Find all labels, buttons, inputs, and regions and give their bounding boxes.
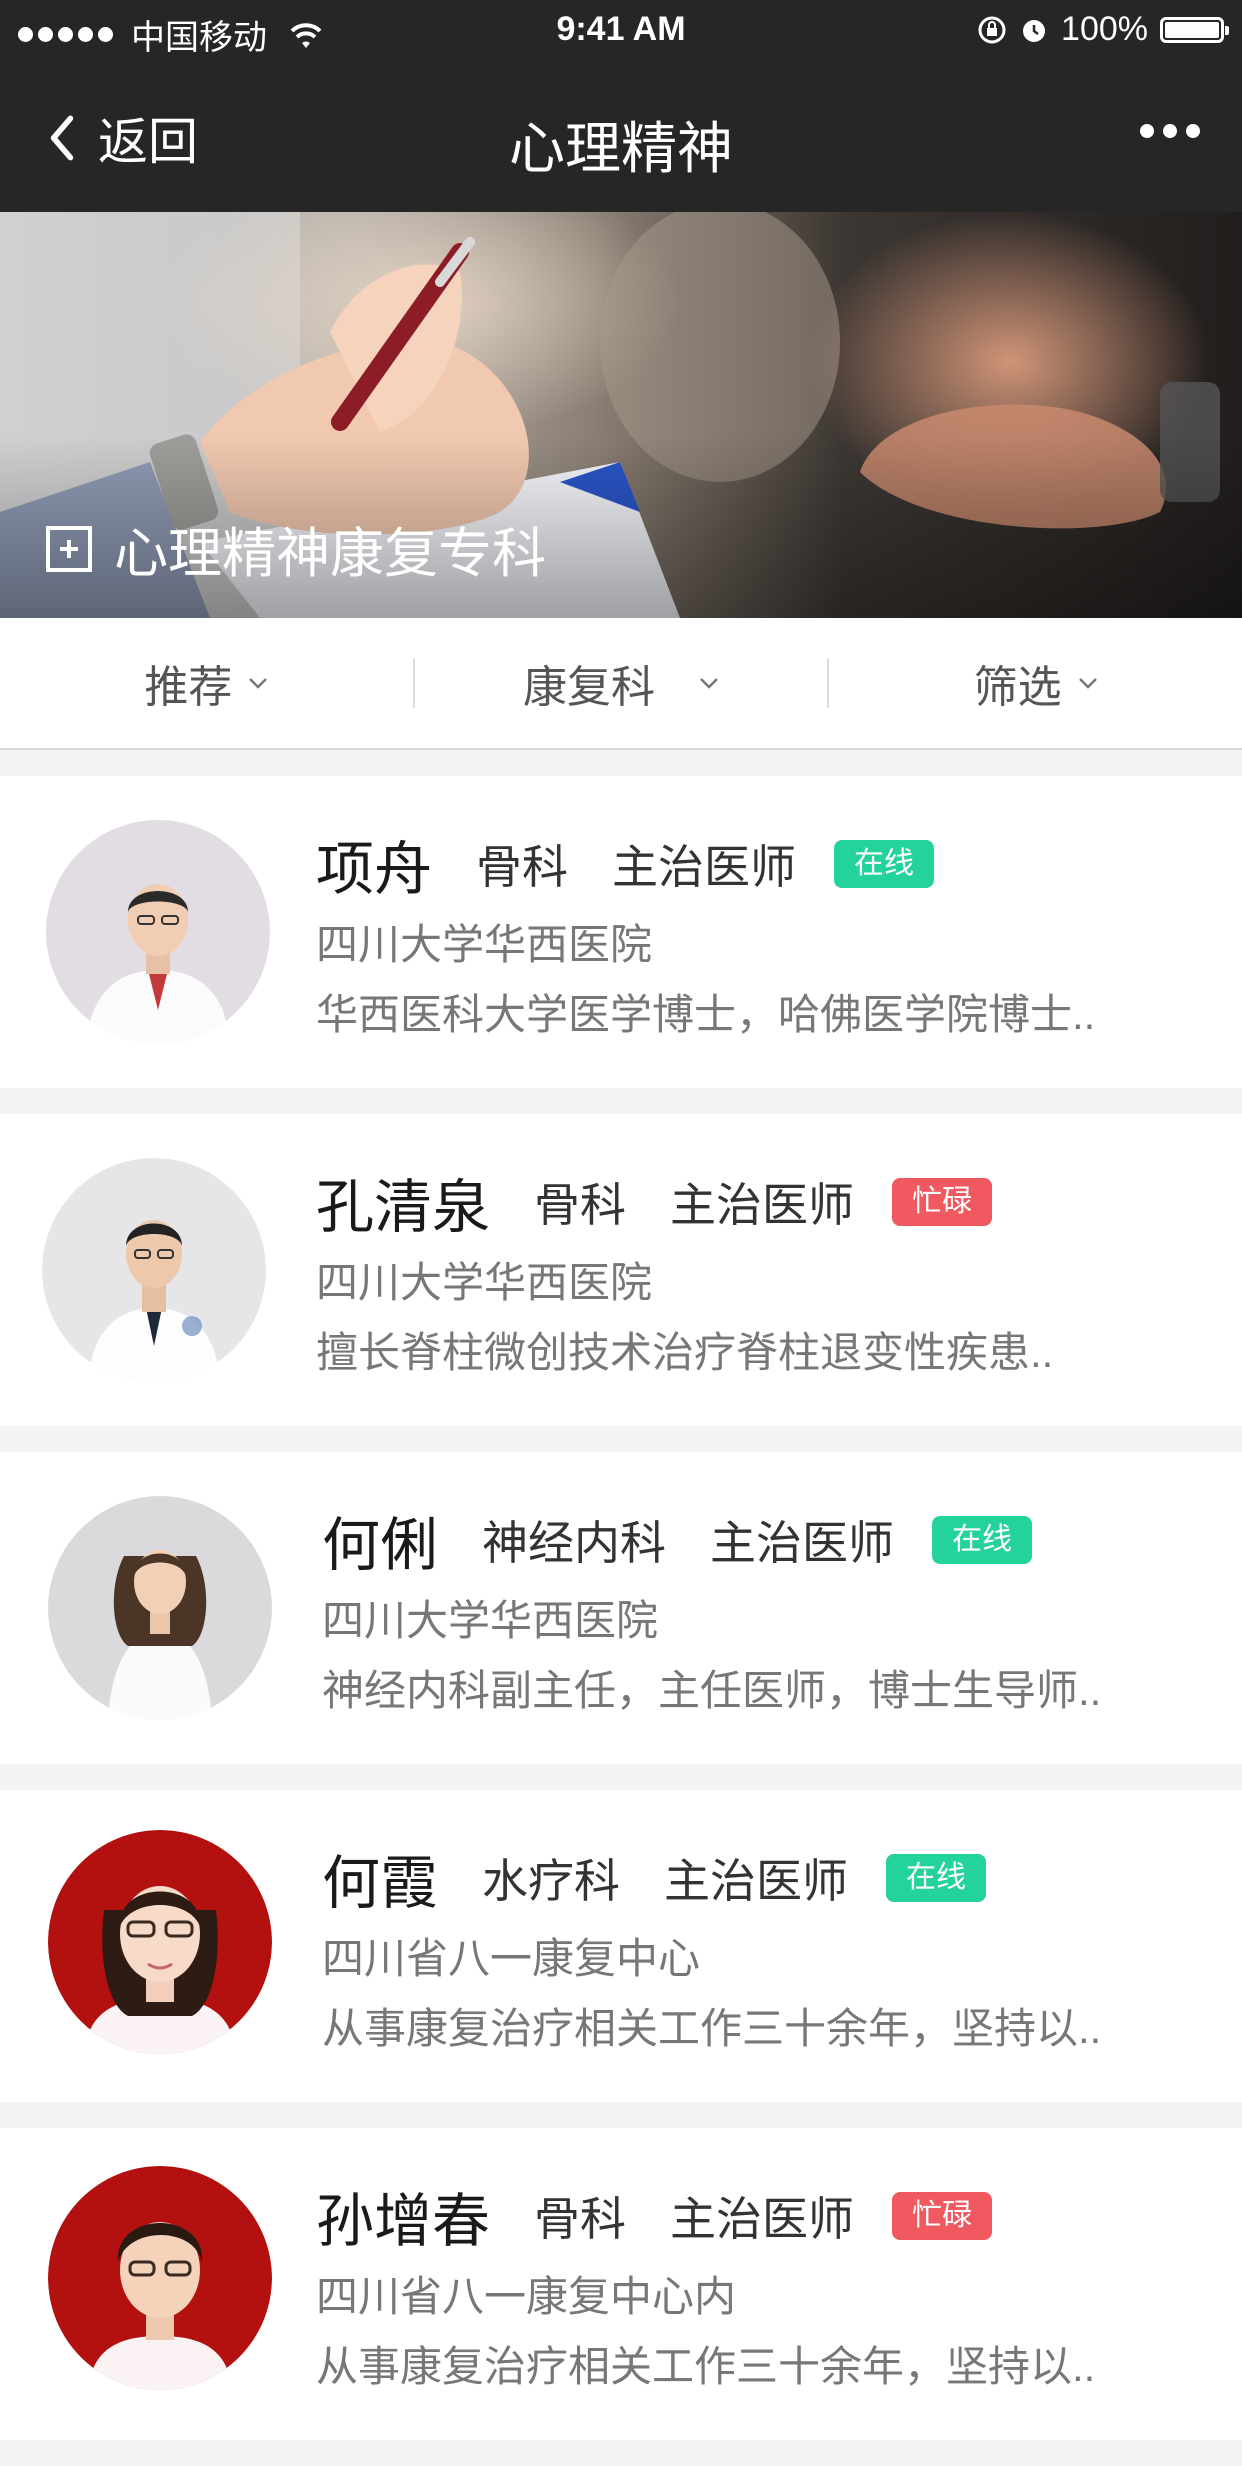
alarm-icon [1023, 19, 1046, 42]
more-dot-icon [1186, 124, 1200, 138]
plus-box-icon [46, 525, 92, 572]
doctor-hospital: 四川大学华西医院 [316, 1259, 653, 1306]
chevron-down-icon [1078, 678, 1097, 689]
doctor-card[interactable]: 孔清泉 骨科 主治医师 忙碌 四川大学华西医院 擅长脊柱微创技术治疗脊柱退变性疾… [0, 1114, 1242, 1426]
doctor-name: 何霞 [322, 1851, 439, 1916]
more-options-button[interactable] [1140, 124, 1200, 138]
doctor-title: 主治医师 [664, 1855, 849, 1907]
doctor-hospital: 四川大学华西医院 [316, 921, 653, 968]
doctor-card[interactable]: 孙增春 骨科 主治医师 忙碌 四川省八一康复中心内 从事康复治疗相关工作三十余年… [0, 2128, 1242, 2440]
doctor-card[interactable]: 何俐 神经内科 主治医师 在线 四川大学华西医院 神经内科副主任，主任医师，博士… [0, 1452, 1242, 1764]
banner-label: 心理精神康复专科 [46, 509, 546, 588]
doctor-title: 主治医师 [612, 841, 797, 893]
doctor-info: 项舟 骨科 主治医师 在线 四川大学华西医院 华西医科大学医学博士，哈佛医学院博… [316, 824, 1202, 1042]
battery-percent: 100% [1061, 10, 1148, 48]
chevron-down-icon [700, 678, 718, 689]
doctor-description: 擅长脊柱微创技术治疗脊柱退变性疾患.. [316, 1329, 1054, 1376]
doctor-title: 主治医师 [670, 1179, 855, 1231]
doctor-hospital: 四川省八一康复中心 [322, 1935, 701, 1982]
filter-label: 筛选 [973, 663, 1062, 712]
nav-bar: 返回 心理精神 [0, 66, 1242, 212]
filter-recommend[interactable]: 推荐 [0, 618, 413, 748]
filter-label: 推荐 [144, 663, 233, 712]
status-badge: 在线 [932, 1516, 1033, 1564]
doctor-department: 骨科 [476, 841, 569, 893]
doctor-description: 华西医科大学医学博士，哈佛医学院博士.. [316, 991, 1096, 1038]
banner-title: 心理精神康复专科 [114, 524, 546, 584]
filter-label: 康复科 [523, 663, 655, 712]
doctor-name-row: 孙增春 骨科 主治医师 忙碌 [316, 2176, 1202, 2256]
doctor-name: 孙增春 [316, 2189, 491, 2254]
filter-screen[interactable]: 筛选 [829, 618, 1242, 748]
doctor-avatar [42, 1158, 266, 1382]
chevron-down-icon [249, 678, 268, 689]
doctor-hospital: 四川大学华西医院 [322, 1597, 659, 1644]
filter-bar: 推荐 康复科 筛选 [0, 618, 1242, 750]
doctor-name-row: 何俐 神经内科 主治医师 在线 [322, 1500, 1202, 1580]
doctor-name: 项舟 [316, 837, 433, 902]
doctor-title: 主治医师 [670, 2193, 855, 2245]
doctor-card[interactable]: 何霞 水疗科 主治医师 在线 四川省八一康复中心 从事康复治疗相关工作三十余年，… [0, 1790, 1242, 2102]
doctor-avatar [48, 1830, 272, 2054]
filter-department[interactable]: 康复科 [415, 618, 828, 748]
page-title: 心理精神 [509, 117, 733, 180]
doctor-info: 何俐 神经内科 主治医师 在线 四川大学华西医院 神经内科副主任，主任医师，博士… [322, 1500, 1202, 1718]
doctor-description: 从事康复治疗相关工作三十余年，坚持以.. [322, 2005, 1102, 2052]
status-badge: 忙碌 [892, 1178, 993, 1226]
rotation-lock-icon [978, 16, 1006, 43]
doctor-hospital: 四川省八一康复中心内 [316, 2273, 737, 2320]
doctor-department: 骨科 [534, 1179, 627, 1231]
status-badge: 忙碌 [892, 2192, 993, 2240]
status-bar-right: 100% [977, 10, 1229, 49]
doctor-name-row: 孔清泉 骨科 主治医师 忙碌 [316, 1162, 1202, 1242]
doctor-name: 孔清泉 [316, 1175, 491, 1240]
doctor-title: 主治医师 [710, 1517, 895, 1569]
doctor-info: 何霞 水疗科 主治医师 在线 四川省八一康复中心 从事康复治疗相关工作三十余年，… [322, 1838, 1202, 2056]
status-badge: 在线 [834, 840, 935, 888]
status-bar: 中国移动 9:41 AM 100% [0, 0, 1242, 66]
doctor-name: 何俐 [322, 1513, 439, 1578]
doctor-info: 孙增春 骨科 主治医师 忙碌 四川省八一康复中心内 从事康复治疗相关工作三十余年… [316, 2176, 1202, 2394]
battery-fill [1165, 21, 1219, 38]
more-dot-icon [1140, 124, 1154, 138]
doctor-info: 孔清泉 骨科 主治医师 忙碌 四川大学华西医院 擅长脊柱微创技术治疗脊柱退变性疾… [316, 1162, 1202, 1380]
doctor-description: 神经内科副主任，主任医师，博士生导师.. [322, 1667, 1102, 1714]
doctor-department: 水疗科 [482, 1855, 621, 1907]
doctor-name-row: 何霞 水疗科 主治医师 在线 [322, 1838, 1202, 1918]
status-badge: 在线 [886, 1854, 987, 1902]
doctor-avatar [48, 1496, 272, 1720]
doctor-avatar [48, 2166, 272, 2390]
doctor-card[interactable]: 项舟 骨科 主治医师 在线 四川大学华西医院 华西医科大学医学博士，哈佛医学院博… [0, 776, 1242, 1088]
doctor-department: 神经内科 [482, 1517, 667, 1569]
doctor-list: 项舟 骨科 主治医师 在线 四川大学华西医院 华西医科大学医学博士，哈佛医学院博… [0, 776, 1242, 2466]
doctor-name-row: 项舟 骨科 主治医师 在线 [316, 824, 1202, 904]
doctor-avatar [46, 820, 270, 1044]
doctor-description: 从事康复治疗相关工作三十余年，坚持以.. [316, 2343, 1096, 2390]
banner[interactable]: 心理精神康复专科 [0, 212, 1242, 618]
doctor-department: 骨科 [534, 2193, 627, 2245]
battery-icon [1160, 16, 1229, 43]
more-dot-icon [1163, 124, 1177, 138]
